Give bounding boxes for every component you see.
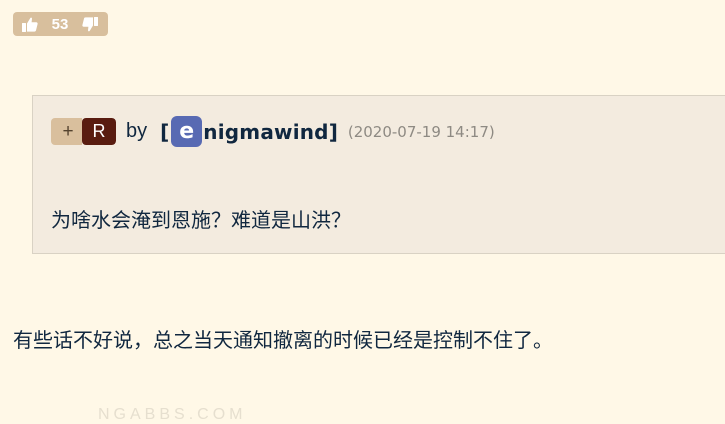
quote-timestamp: (2020-07-19 14:17)	[347, 122, 495, 141]
watermark: NGABBS.COM	[98, 406, 247, 423]
bracket-open: [	[160, 119, 170, 144]
quote-text: 为啥水会淹到恩施？难道是山洪？	[51, 208, 351, 232]
by-label: by	[126, 120, 148, 142]
thumbs-up-icon[interactable]	[22, 17, 38, 32]
plus-badge[interactable]: +	[51, 118, 82, 145]
vote-count: 53	[51, 15, 69, 33]
reply-text: 有些话不好说，总之当天通知撤离的时候已经是控制不住了。	[13, 328, 553, 352]
quote-header: + R by [ e nigmawind ] (2020-07-19 14:17…	[51, 116, 495, 147]
reply-badge[interactable]: R	[82, 118, 116, 145]
username[interactable]: nigmawind	[203, 120, 328, 144]
user-avatar[interactable]: e	[171, 116, 203, 147]
quoted-user-link[interactable]: [ e nigmawind ]	[160, 116, 338, 147]
bracket-close: ]	[328, 119, 338, 144]
reply-badge-group: + R	[51, 118, 116, 145]
vote-bar: 53	[13, 12, 108, 36]
quote-block: + R by [ e nigmawind ] (2020-07-19 14:17…	[32, 95, 725, 254]
thumbs-down-icon[interactable]	[82, 16, 98, 32]
